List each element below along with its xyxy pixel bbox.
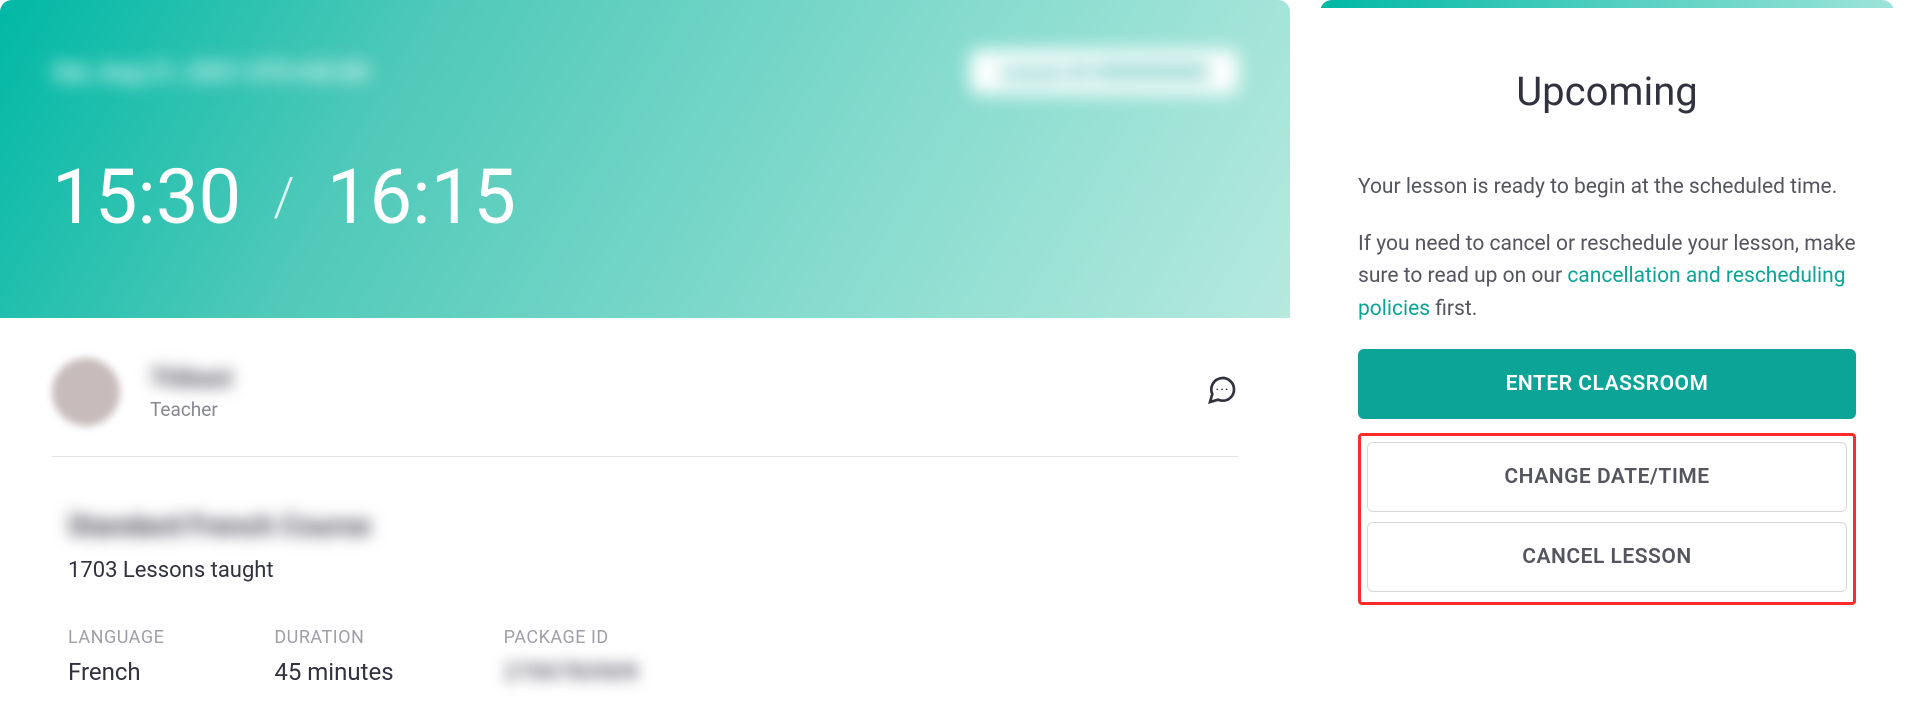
lesson-id-badge: Lesson ID 0000000000 bbox=[970, 50, 1238, 94]
panel-accent-strip bbox=[1320, 0, 1894, 8]
lessons-taught: 1703 Lessons taught bbox=[68, 558, 1222, 583]
annotation-highlight: CHANGE DATE/TIME CANCEL LESSON bbox=[1358, 433, 1856, 605]
meta-value: 45 minutes bbox=[274, 658, 393, 686]
meta-duration: DURATION 45 minutes bbox=[274, 627, 393, 686]
teacher-name: Thibaut bbox=[150, 364, 232, 392]
meta-label: PACKAGE ID bbox=[504, 627, 639, 648]
panel-text-policy: If you need to cancel or reschedule your… bbox=[1358, 228, 1856, 326]
teacher-role-label: Teacher bbox=[150, 398, 232, 421]
teacher-row: Thibaut Teacher bbox=[0, 318, 1290, 456]
lesson-start-time: 15:30 bbox=[52, 152, 241, 242]
lesson-detail-card: Sat, Aug 21, 2021 UTC+02:00 Lesson ID 00… bbox=[0, 0, 1290, 706]
lesson-end-time: 16:15 bbox=[327, 152, 516, 242]
meta-label: DURATION bbox=[274, 627, 393, 648]
hero-banner: Sat, Aug 21, 2021 UTC+02:00 Lesson ID 00… bbox=[0, 0, 1290, 318]
panel-title: Upcoming bbox=[1358, 68, 1856, 115]
avatar[interactable] bbox=[52, 358, 120, 426]
upcoming-panel: Upcoming Your lesson is ready to begin a… bbox=[1320, 0, 1894, 706]
meta-value: French bbox=[68, 658, 164, 686]
course-section: Standard French Course 1703 Lessons taug… bbox=[0, 457, 1290, 706]
panel-text-ready: Your lesson is ready to begin at the sch… bbox=[1358, 171, 1856, 204]
lesson-time-range: 15:30 / 16:15 bbox=[52, 152, 1238, 242]
meta-label: LANGUAGE bbox=[68, 627, 164, 648]
cancel-lesson-button[interactable]: CANCEL LESSON bbox=[1367, 522, 1847, 592]
course-title: Standard French Course bbox=[68, 509, 371, 542]
meta-value: 2700783909 bbox=[504, 658, 639, 686]
chat-icon[interactable] bbox=[1206, 374, 1238, 410]
meta-language: LANGUAGE French bbox=[68, 627, 164, 686]
lesson-date: Sat, Aug 21, 2021 UTC+02:00 bbox=[52, 58, 368, 86]
meta-package-id: PACKAGE ID 2700783909 bbox=[504, 627, 639, 686]
policy-text-post: first. bbox=[1430, 297, 1477, 321]
change-date-time-button[interactable]: CHANGE DATE/TIME bbox=[1367, 442, 1847, 512]
enter-classroom-button[interactable]: ENTER CLASSROOM bbox=[1358, 349, 1856, 419]
time-separator: / bbox=[273, 166, 294, 229]
